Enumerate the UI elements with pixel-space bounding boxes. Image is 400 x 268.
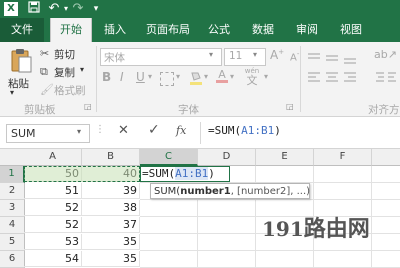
shrink-font-icon[interactable]: A- — [290, 50, 299, 63]
phonetic-dropdown-icon[interactable]: ▾ — [264, 72, 268, 81]
formula-bar: SUM ▾ ⋮ ✕ ✓ fx =SUM(A1:B1) — [0, 118, 400, 149]
reference-range-a1-b1 — [24, 166, 140, 182]
horizontal-align-icons[interactable] — [306, 70, 366, 84]
tab-page-layout[interactable]: 页面布局 — [140, 18, 196, 42]
fill-color-icon[interactable] — [190, 70, 202, 85]
row-header-4[interactable]: 4 — [0, 217, 25, 234]
formula-input[interactable]: =SUM(A1:B1) — [208, 124, 281, 137]
font-size-dropdown-icon[interactable]: ▾ — [253, 50, 257, 59]
font-name-box[interactable]: 宋体 ▾ — [100, 48, 222, 66]
copy-icon[interactable]: ⧉ — [40, 65, 48, 79]
row-header-6[interactable]: 6 — [0, 251, 25, 268]
column-header-e[interactable]: E — [256, 149, 314, 166]
row-header-1[interactable]: 1 — [0, 166, 25, 183]
row-header-5[interactable]: 5 — [0, 234, 25, 251]
cell-b6[interactable]: 35 — [82, 251, 140, 267]
paste-dropdown-icon[interactable]: ▾ — [10, 88, 14, 97]
copy-button[interactable]: 复制 — [54, 65, 75, 80]
enter-icon[interactable]: ✓ — [148, 122, 160, 138]
function-tooltip[interactable]: SUM(number1, [number2], ...) — [150, 183, 310, 199]
row-header-3[interactable]: 3 — [0, 200, 25, 217]
column-header-f[interactable]: F — [314, 149, 372, 166]
tab-file[interactable]: 文件 — [0, 18, 44, 42]
customize-qa-icon[interactable]: ▾ — [88, 1, 104, 17]
font-color-dropdown-icon[interactable]: ▾ — [230, 72, 234, 81]
tab-insert[interactable]: 插入 — [98, 18, 132, 42]
ribbon-tabs: 文件 开始 插入 页面布局 公式 数据 审阅 视图 — [0, 18, 400, 42]
name-box-dropdown-icon[interactable]: ▾ — [77, 127, 81, 136]
fill-color-dropdown-icon[interactable]: ▾ — [204, 72, 208, 81]
column-header-g[interactable] — [372, 149, 400, 166]
copy-dropdown-icon[interactable]: ▾ — [80, 65, 84, 74]
active-cell-c1[interactable]: =SUM(A1:B1) — [140, 166, 230, 182]
name-box[interactable]: SUM ▾ — [6, 124, 90, 143]
column-header-c[interactable]: C — [140, 149, 198, 166]
underline-dropdown-icon[interactable]: ▾ — [148, 72, 152, 81]
grow-font-icon[interactable]: A+ — [270, 48, 284, 62]
font-group-label: 字体 — [178, 104, 199, 116]
ribbon-separator — [96, 46, 97, 112]
indent-icons[interactable] — [374, 70, 398, 84]
worksheet-grid: A B C D E F 1 2 3 4 5 6 50 51 52 52 53 5… — [0, 149, 400, 268]
cut-icon[interactable]: ✂ — [40, 47, 49, 60]
tab-formulas[interactable]: 公式 — [202, 18, 236, 42]
title-bar: X ↶ ▾ ↷ ▾ — [0, 0, 400, 18]
underline-icon[interactable]: U — [136, 70, 145, 84]
cell-b3[interactable]: 38 — [82, 200, 140, 216]
italic-icon[interactable]: I — [120, 70, 124, 84]
formula-ref: A1:B1 — [241, 124, 275, 137]
formula-separator — [200, 122, 201, 144]
cut-button[interactable]: 剪切 — [54, 47, 75, 62]
column-header-a[interactable]: A — [24, 149, 82, 166]
watermark: 191路由网 — [262, 216, 370, 242]
ribbon: 粘贴 ▾ ✂ 剪切 ⧉ 复制 ▾ 🖌 格式刷 剪贴板 ◲ 宋体 ▾ 11 ▾ A… — [0, 42, 400, 117]
ribbon-separator — [300, 46, 301, 112]
clipboard-launcher-icon[interactable]: ◲ — [84, 102, 92, 111]
cell-b4[interactable]: 37 — [82, 217, 140, 233]
font-color-icon[interactable]: A — [216, 69, 228, 84]
column-header-d[interactable]: D — [198, 149, 256, 166]
column-header-b[interactable]: B — [82, 149, 140, 166]
cell-a4[interactable]: 52 — [24, 217, 82, 233]
orientation-icon[interactable]: ab↗ — [374, 48, 397, 61]
cancel-icon[interactable]: ✕ — [118, 123, 129, 138]
cell-a5[interactable]: 53 — [24, 234, 82, 250]
cell-a2[interactable]: 51 — [24, 183, 82, 199]
tab-data[interactable]: 数据 — [246, 18, 280, 42]
bold-icon[interactable]: B — [102, 70, 111, 84]
cell-b5[interactable]: 35 — [82, 234, 140, 250]
borders-icon[interactable] — [160, 72, 174, 86]
phonetic-icon[interactable]: wén 文 — [242, 68, 262, 87]
excel-logo-icon: X — [4, 2, 18, 16]
cell-b2[interactable]: 39 — [82, 183, 140, 199]
top-align-icons[interactable] — [306, 50, 366, 64]
tab-view[interactable]: 视图 — [334, 18, 368, 42]
borders-dropdown-icon[interactable]: ▾ — [176, 72, 180, 81]
font-name-dropdown-icon[interactable]: ▾ — [209, 50, 213, 59]
cell-a3[interactable]: 52 — [24, 200, 82, 216]
format-painter-button[interactable]: 格式刷 — [54, 83, 86, 98]
alignment-group-label: 对齐方 — [368, 104, 400, 116]
tab-home[interactable]: 开始 — [50, 18, 92, 42]
font-launcher-icon[interactable]: ◲ — [286, 102, 294, 111]
row-header-2[interactable]: 2 — [0, 183, 25, 200]
format-painter-icon[interactable]: 🖌 — [40, 83, 54, 96]
redo-icon[interactable]: ↷ — [70, 1, 86, 17]
font-size-box[interactable]: 11 ▾ — [224, 48, 266, 66]
clipboard-group-label: 剪贴板 — [24, 104, 56, 116]
paste-icon[interactable] — [10, 48, 32, 74]
insert-function-button[interactable]: fx — [176, 124, 186, 137]
cell-a6[interactable]: 54 — [24, 251, 82, 267]
cell-ref-highlight: A1:B1 — [175, 167, 209, 180]
save-icon[interactable] — [26, 1, 42, 17]
select-all-corner[interactable] — [0, 149, 25, 166]
formula-bar-splitter-icon[interactable]: ⋮ — [95, 124, 105, 135]
tab-review[interactable]: 审阅 — [290, 18, 324, 42]
